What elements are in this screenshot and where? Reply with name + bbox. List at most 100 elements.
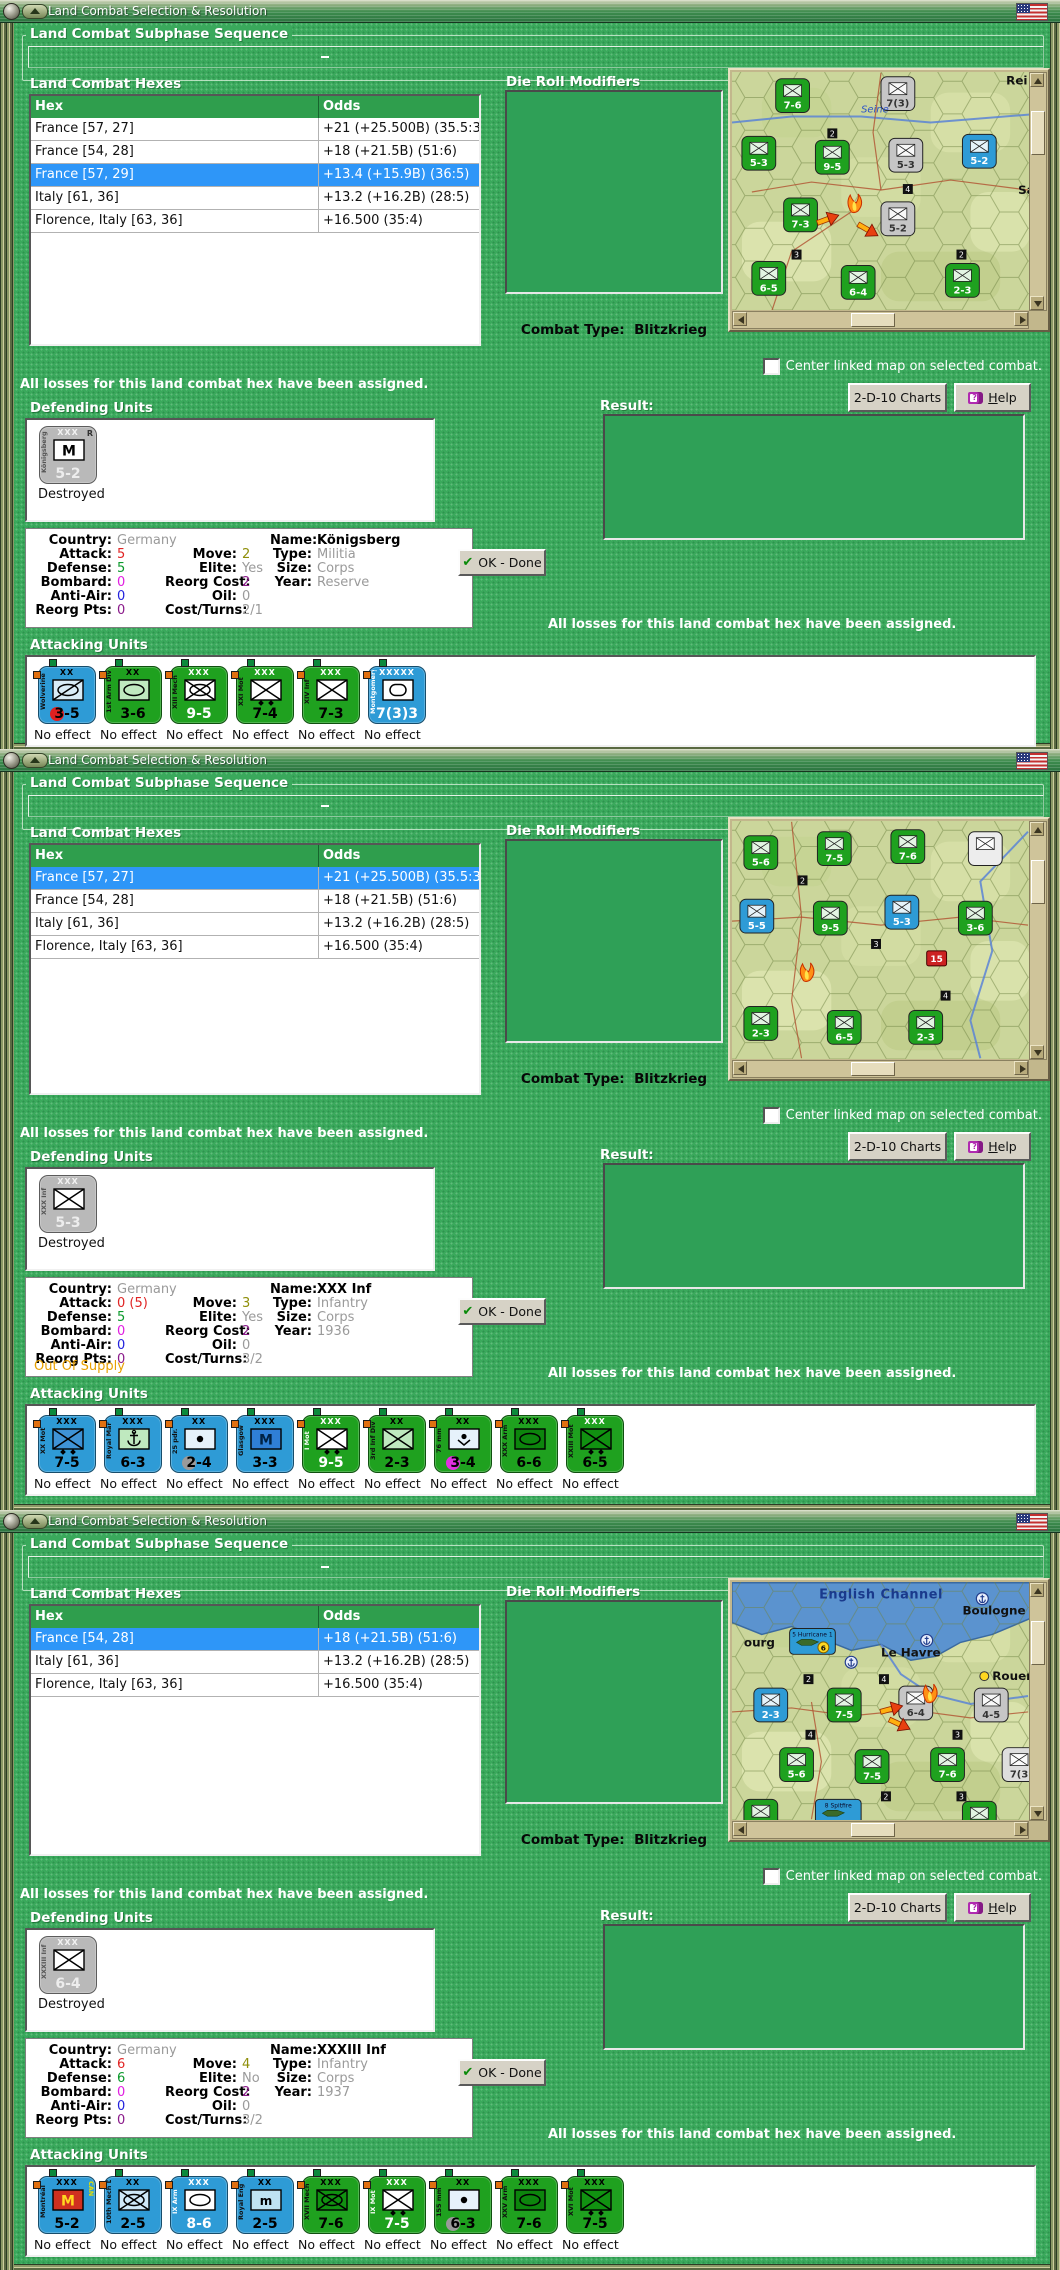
- scroll-left-arrow-icon[interactable]: [733, 1822, 747, 1836]
- odds-column-header[interactable]: Odds: [319, 1606, 479, 1628]
- map-vertical-scrollbar[interactable]: [1029, 821, 1047, 1060]
- window-system-knob-icon[interactable]: [3, 3, 20, 20]
- center-map-checkbox-row[interactable]: Center linked map on selected combat.: [762, 358, 1042, 375]
- sequence-step[interactable]: [320, 1566, 329, 1568]
- attacking-unit[interactable]: Montréal XXX CAN M 5-2 No effect: [33, 2169, 99, 2252]
- map-view[interactable]: 2 3 4 5-6 7-5 7-6 5-5 9-5 5-3 3-6 15 2-3 6-5 2-3: [732, 821, 1030, 1059]
- attacking-unit[interactable]: XVII Mech XXX 7-6 No effect: [297, 2169, 363, 2252]
- window-titlebar[interactable]: Land Combat Selection & Resolution: [0, 0, 1060, 23]
- attacking-unit[interactable]: Glasgow XXX M 3-3 No effect: [231, 1408, 297, 1491]
- scroll-left-arrow-icon[interactable]: [733, 312, 747, 326]
- center-map-checkbox[interactable]: [762, 358, 780, 375]
- attacking-unit[interactable]: Royal Eng XX m 2-5 No effect: [231, 2169, 297, 2252]
- attacking-unit[interactable]: XXIII Mot XXX 6-5 No effect: [561, 1408, 627, 1491]
- hex-row[interactable]: Italy [61, 36] +13.2 (+16.2B) (28:5): [31, 187, 479, 210]
- scroll-up-arrow-icon[interactable]: [1030, 822, 1044, 836]
- attacking-unit[interactable]: XVI Mot XXX 7-5 No effect: [561, 2169, 627, 2252]
- map-vertical-scrollbar[interactable]: [1029, 1582, 1047, 1821]
- hex-row[interactable]: France [54, 28] +18 (+21.5B) (51:6): [31, 141, 479, 164]
- scroll-right-arrow-icon[interactable]: [1014, 1822, 1028, 1836]
- scrollbar-thumb[interactable]: [851, 1823, 895, 1837]
- attacking-unit[interactable]: 76 mm XX 3-4 No effect: [429, 1408, 495, 1491]
- scroll-down-arrow-icon[interactable]: [1030, 296, 1044, 310]
- attacking-unit[interactable]: Royal Mar XXX 6-3 No effect: [99, 1408, 165, 1491]
- window-rollup-button-icon[interactable]: [22, 4, 48, 19]
- attacking-unit[interactable]: Wolverine XX 3-5 No effect: [33, 659, 99, 742]
- attacking-unit[interactable]: XXI Mot XXX 7-4 No effect: [231, 659, 297, 742]
- ok-done-button[interactable]: ✔ OK - Done: [458, 549, 546, 576]
- scrollbar-thumb[interactable]: [851, 1062, 895, 1076]
- charts-button[interactable]: 2-D-10 Charts: [848, 1132, 947, 1161]
- hex-row[interactable]: Italy [61, 36] +13.2 (+16.2B) (28:5): [31, 1651, 479, 1674]
- center-map-checkbox-row[interactable]: Center linked map on selected combat.: [762, 1868, 1042, 1885]
- map-view[interactable]: 2 4 3 2 7-6 7(3) 5-3 9-5 5-3 5-2 7-3 5-2 6-5 6-4 2-3 Re…: [732, 72, 1030, 310]
- hex-row[interactable]: Italy [61, 36] +13.2 (+16.2B) (28:5): [31, 913, 479, 936]
- hex-row[interactable]: France [54, 28] +18 (+21.5B) (51:6): [31, 890, 479, 913]
- hex-column-header[interactable]: Hex: [31, 845, 319, 867]
- scrollbar-thumb[interactable]: [1031, 1621, 1045, 1665]
- attacking-unit[interactable]: XIV Inf XXX 7-3 No effect: [297, 659, 363, 742]
- attacking-unit[interactable]: XXV Arm XXX 7-6 No effect: [495, 2169, 561, 2252]
- hex-row[interactable]: France [57, 27] +21 (+25.500B) (35.5:3): [31, 867, 479, 890]
- scroll-up-arrow-icon[interactable]: [1030, 73, 1044, 87]
- scrollbar-thumb[interactable]: [851, 313, 895, 327]
- map-horizontal-scrollbar[interactable]: [732, 311, 1029, 329]
- attacking-unit[interactable]: IX Arm XXX 8-6 No effect: [165, 2169, 231, 2252]
- hex-row[interactable]: Florence, Italy [63, 36] +16.500 (35:4): [31, 936, 479, 959]
- scroll-left-arrow-icon[interactable]: [733, 1061, 747, 1075]
- attacking-unit[interactable]: IX Mot XXX 7-5 No effect: [363, 2169, 429, 2252]
- attacking-unit[interactable]: XX Mot XXX 7-5 No effect: [33, 1408, 99, 1491]
- attacking-unit[interactable]: 3rd Inf Div XX 2-3 No effect: [363, 1408, 429, 1491]
- scroll-down-arrow-icon[interactable]: [1030, 1045, 1044, 1059]
- charts-button[interactable]: 2-D-10 Charts: [848, 383, 947, 412]
- attacking-unit[interactable]: 1st Arm Div XX 3-6 No effect: [99, 659, 165, 742]
- odds-column-header[interactable]: Odds: [319, 845, 479, 867]
- sequence-step[interactable]: [320, 805, 329, 807]
- help-button[interactable]: Help: [954, 1132, 1031, 1161]
- map-vertical-scrollbar[interactable]: [1029, 72, 1047, 311]
- window-system-knob-icon[interactable]: [3, 1513, 20, 1530]
- window-titlebar[interactable]: Land Combat Selection & Resolution: [0, 749, 1060, 772]
- hex-row[interactable]: Florence, Italy [63, 36] +16.500 (35:4): [31, 210, 479, 233]
- hex-column-header[interactable]: Hex: [31, 96, 319, 118]
- hex-column-header[interactable]: Hex: [31, 1606, 319, 1628]
- center-map-checkbox[interactable]: [762, 1107, 780, 1124]
- scroll-up-arrow-icon[interactable]: [1030, 1583, 1044, 1597]
- center-map-checkbox-row[interactable]: Center linked map on selected combat.: [762, 1107, 1042, 1124]
- charts-button[interactable]: 2-D-10 Charts: [848, 1893, 947, 1922]
- sequence-step[interactable]: [320, 56, 329, 58]
- window-system-knob-icon[interactable]: [3, 752, 20, 769]
- scrollbar-thumb[interactable]: [1031, 111, 1045, 155]
- attacking-unit[interactable]: 10th Mech D. XX 2-5 No effect: [99, 2169, 165, 2252]
- map-horizontal-scrollbar[interactable]: [732, 1821, 1029, 1839]
- scrollbar-thumb[interactable]: [1031, 860, 1045, 904]
- attacking-unit[interactable]: I Mot XXX 9-5 No effect: [297, 1408, 363, 1491]
- attacking-unit[interactable]: XXX Arm XXX 6-6 No effect: [495, 1408, 561, 1491]
- map-view[interactable]: 2 4 3 4 2 3 5 Hurricane 1 6 2-3 7-5 6-4 4-5 5-6 7-5 7-…: [732, 1582, 1030, 1820]
- defending-unit[interactable]: XXX Inf XXX 5-3 Destroyed: [37, 1175, 107, 1251]
- odds-column-header[interactable]: Odds: [319, 96, 479, 118]
- help-button[interactable]: Help: [954, 383, 1031, 412]
- help-button[interactable]: Help: [954, 1893, 1031, 1922]
- defending-unit[interactable]: XXXIII Inf XXX 6-4 Destroyed: [37, 1936, 107, 2012]
- map-horizontal-scrollbar[interactable]: [732, 1060, 1029, 1078]
- window-rollup-button-icon[interactable]: [22, 753, 48, 768]
- attacking-unit[interactable]: Montgomery XXXXX 7(3)3 No effect: [363, 659, 429, 742]
- attacking-unit[interactable]: 25 pdr. XX 2-4 No effect: [165, 1408, 231, 1491]
- unit-counter: 10th Mech D. XX 2-5: [104, 2176, 162, 2234]
- hex-row[interactable]: Florence, Italy [63, 36] +16.500 (35:4): [31, 1674, 479, 1697]
- defending-unit[interactable]: Königsberg XXX R M 5-2 Destroyed: [37, 426, 107, 502]
- hex-row[interactable]: France [57, 27] +21 (+25.500B) (35.5:3): [31, 118, 479, 141]
- scroll-down-arrow-icon[interactable]: [1030, 1806, 1044, 1820]
- window-rollup-button-icon[interactable]: [22, 1514, 48, 1529]
- hex-row[interactable]: France [54, 28] +18 (+21.5B) (51:6): [31, 1628, 479, 1651]
- hex-row[interactable]: France [57, 29] +13.4 (+15.9B) (36:5): [31, 164, 479, 187]
- ok-done-button[interactable]: ✔ OK - Done: [458, 2059, 546, 2086]
- ok-done-button[interactable]: ✔ OK - Done: [458, 1298, 546, 1325]
- center-map-checkbox[interactable]: [762, 1868, 780, 1885]
- attacking-unit[interactable]: 155 mm XX 6-3 No effect: [429, 2169, 495, 2252]
- attacking-unit[interactable]: XIII Mech XXX 9-5 No effect: [165, 659, 231, 742]
- scroll-right-arrow-icon[interactable]: [1014, 1061, 1028, 1075]
- scroll-right-arrow-icon[interactable]: [1014, 312, 1028, 326]
- window-titlebar[interactable]: Land Combat Selection & Resolution: [0, 1510, 1060, 1533]
